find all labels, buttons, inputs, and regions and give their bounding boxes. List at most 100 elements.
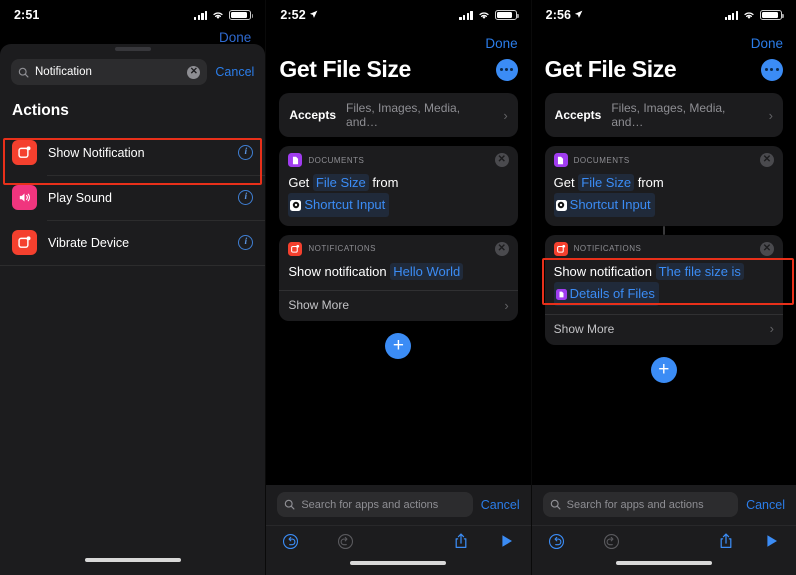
details-of-files-icon — [555, 288, 567, 300]
show-more-button[interactable]: Show More › — [554, 315, 774, 336]
search-input-placeholder: Search for apps and actions — [301, 498, 439, 511]
card-header: NOTIFICATIONS ✕ — [288, 241, 509, 256]
card-gap — [279, 226, 517, 235]
undo-icon[interactable] — [282, 533, 299, 550]
done-button[interactable]: Done — [279, 30, 517, 53]
search-cancel-button[interactable]: Cancel — [746, 498, 785, 512]
battery-icon — [494, 9, 519, 21]
accepts-value: Files, Images, Media, and… — [346, 101, 461, 129]
home-indicator-area — [531, 555, 796, 575]
search-input-value: Notification — [35, 66, 92, 78]
play-icon[interactable] — [764, 533, 780, 549]
show-more-button[interactable]: Show More › — [288, 291, 508, 312]
more-ellipsis-button[interactable] — [760, 58, 783, 81]
search-icon — [18, 67, 29, 77]
redo-icon — [338, 533, 354, 549]
parameter-token-file-size[interactable]: File Size — [312, 174, 369, 191]
accepts-row[interactable]: Accepts Files, Images, Media, and… › — [544, 93, 783, 137]
search-input[interactable]: Search for apps and actions — [277, 492, 473, 517]
card-body: Get File Size from Shortcut Input — [553, 172, 774, 217]
wifi-icon — [744, 12, 754, 19]
search-input-placeholder: Search for apps and actions — [566, 498, 704, 511]
card-body: Show notification The file size is Detai… — [553, 261, 774, 306]
action-row-play-sound[interactable]: Play Sound i — [0, 175, 266, 220]
share-icon[interactable] — [718, 532, 734, 550]
search-cancel-button[interactable]: Cancel — [215, 65, 254, 79]
play-icon[interactable] — [499, 533, 515, 549]
bottom-bars-right: Search for apps and actions Cancel — [531, 485, 796, 575]
search-icon — [285, 499, 295, 510]
location-arrow-icon — [309, 10, 318, 18]
close-circle-icon[interactable]: ✕ — [494, 153, 509, 167]
status-time: 2:52 — [280, 8, 318, 22]
parameter-token-notification-text[interactable]: Hello World — [390, 262, 464, 280]
chevron-right-icon: › — [503, 107, 508, 123]
info-circle-icon[interactable]: i — [238, 190, 254, 205]
accepts-value: Files, Images, Media, and… — [611, 101, 726, 129]
add-action-button[interactable]: + — [385, 333, 412, 360]
notification-app-icon — [553, 241, 568, 256]
bottom-search-row: Search for apps and actions Cancel — [531, 485, 796, 525]
notification-app-icon — [12, 140, 37, 165]
editor-header-middle: Done Get File Size Accepts Files, Images… — [266, 30, 530, 360]
status-time: 2:51 — [14, 8, 39, 22]
title-row: Get File Size — [545, 53, 783, 93]
shortcut-input-icon — [555, 199, 567, 211]
chevron-right-icon: › — [769, 321, 774, 337]
home-indicator-area — [266, 555, 531, 575]
battery-icon — [229, 9, 254, 21]
info-circle-icon[interactable]: i — [238, 235, 254, 250]
done-button[interactable]: Done — [545, 30, 783, 53]
status-bar-middle: 2:52 — [266, 0, 530, 30]
variable-token-shortcut-input[interactable]: Shortcut Input — [553, 193, 655, 217]
location-arrow-icon — [574, 10, 583, 18]
card-text-pre: Get — [288, 175, 310, 190]
action-card-get-file-size[interactable]: DOCUMENTS ✕ Get File Size from Shortcut … — [279, 146, 518, 226]
action-label: Play Sound — [48, 190, 112, 205]
search-input[interactable]: Notification ✕ — [11, 59, 208, 85]
actions-section-title: Actions — [12, 102, 69, 119]
action-card-show-notification[interactable]: NOTIFICATIONS ✕ Show notification Hello … — [279, 234, 518, 322]
variable-token-label: Details of Files — [569, 286, 655, 302]
action-card-show-notification[interactable]: NOTIFICATIONS ✕ Show notification The fi… — [544, 234, 783, 345]
home-indicator-area-left — [0, 553, 266, 575]
notification-app-icon — [288, 241, 303, 256]
share-icon[interactable] — [453, 532, 469, 550]
cellular-bars-icon — [193, 10, 208, 20]
info-circle-icon[interactable]: i — [238, 145, 254, 160]
action-row-show-notification[interactable]: Show Notification i — [0, 130, 266, 175]
status-bar-left: 2:51 — [0, 0, 265, 30]
action-picker-sheet: Notification ✕ Cancel Actions Show Notif… — [0, 44, 266, 575]
sheet-empty-area — [0, 324, 266, 575]
undo-icon[interactable] — [548, 533, 565, 550]
close-circle-icon[interactable]: ✕ — [494, 241, 509, 256]
speaker-wave-icon — [12, 185, 37, 210]
home-indicator[interactable] — [84, 558, 181, 562]
search-input[interactable]: Search for apps and actions — [542, 492, 739, 517]
screenshot-stage: 2:51 Done Notification ✕ Cancel Actions … — [0, 0, 796, 575]
done-button-behind-sheet[interactable]: Done — [219, 30, 251, 45]
close-circle-icon[interactable]: ✕ — [759, 241, 774, 256]
accepts-label: Accepts — [289, 108, 337, 122]
card-body: Show notification Hello World — [288, 261, 508, 282]
editor-toolbar — [266, 525, 531, 555]
more-ellipsis-button[interactable] — [495, 58, 518, 81]
clear-circle-icon[interactable]: ✕ — [187, 65, 201, 79]
editor-toolbar — [531, 525, 796, 555]
home-indicator[interactable] — [615, 561, 712, 565]
home-indicator[interactable] — [350, 561, 447, 565]
parameter-token-notification-text[interactable]: The file size is — [655, 262, 744, 280]
variable-token-shortcut-input[interactable]: Shortcut Input — [288, 193, 390, 217]
status-bar-right: 2:56 — [532, 0, 796, 30]
close-circle-icon[interactable]: ✕ — [759, 153, 774, 167]
action-row-vibrate-device[interactable]: Vibrate Device i — [0, 220, 266, 265]
parameter-token-file-size[interactable]: File Size — [578, 174, 635, 191]
card-text-pre: Show notification — [553, 263, 652, 279]
actions-list: Show Notification i Play Sound i Vibrate… — [0, 130, 266, 266]
add-action-button[interactable]: + — [650, 356, 677, 383]
search-cancel-button[interactable]: Cancel — [481, 498, 520, 512]
page-title: Get File Size — [544, 56, 677, 82]
accepts-row[interactable]: Accepts Files, Images, Media, and… › — [279, 93, 518, 137]
variable-token-details-of-files[interactable]: Details of Files — [553, 282, 659, 306]
action-card-get-file-size[interactable]: DOCUMENTS ✕ Get File Size from Shortcut … — [544, 146, 783, 226]
